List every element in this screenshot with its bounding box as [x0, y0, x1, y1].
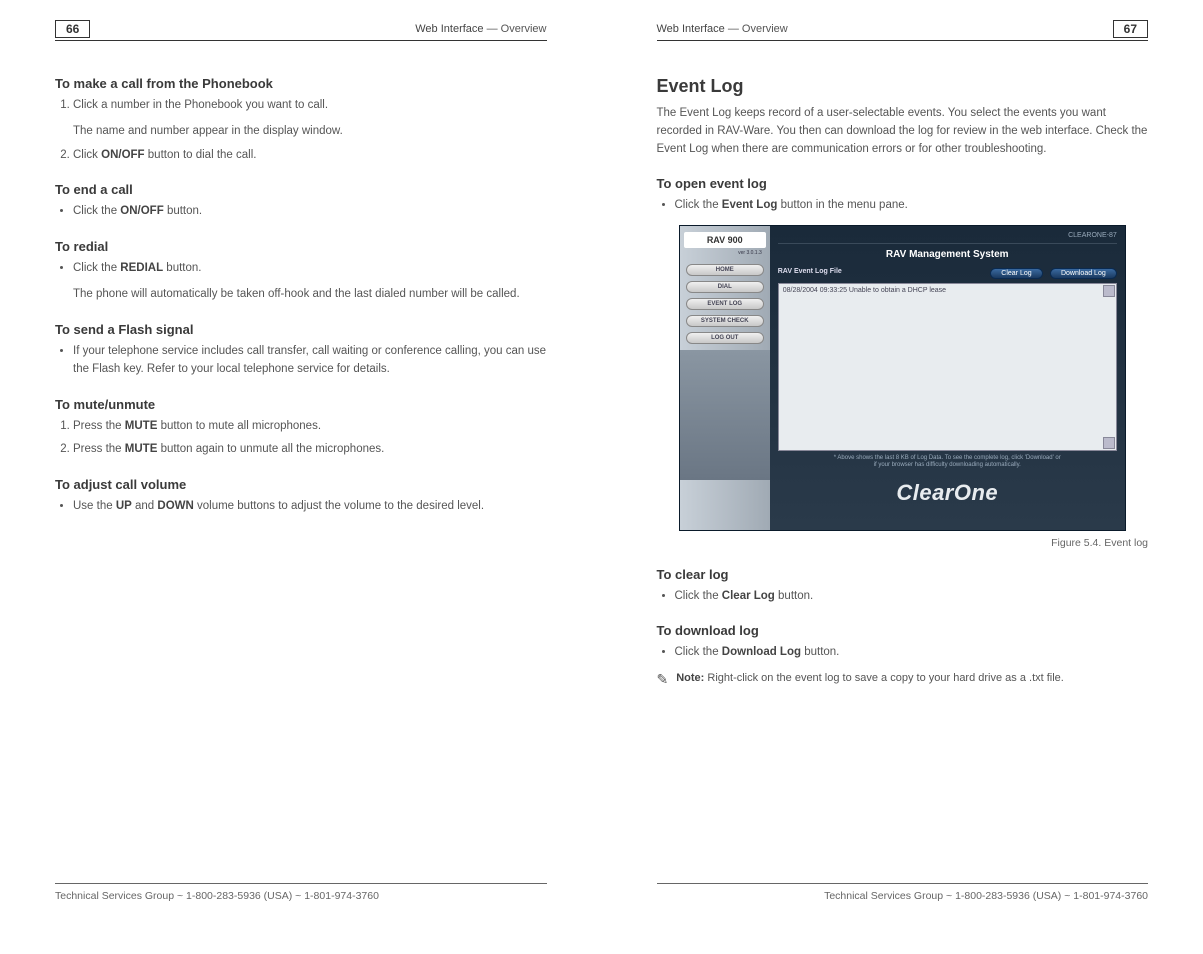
log-text-area[interactable]: 08/28/2004 09:33:25 Unable to obtain a D… — [778, 283, 1117, 451]
note-text: Note: Right-click on the event log to sa… — [676, 672, 1064, 684]
note-row: ✎ Note: Right-click on the event log to … — [657, 672, 1149, 686]
device-id-label: CLEARONE-87 — [1068, 232, 1117, 239]
scroll-up-icon[interactable] — [1103, 285, 1115, 297]
device-version: ver 3.0.1.3 — [684, 250, 766, 256]
footer-left: Technical Services Group ~ 1-800-283-593… — [55, 883, 547, 902]
list-item: Click the Download Log button. — [675, 644, 1149, 662]
heading-make-call: To make a call from the Phonebook — [55, 76, 547, 91]
list-make-call: Click a number in the Phonebook you want… — [55, 97, 547, 164]
heading-download-log: To download log — [657, 623, 1149, 638]
header-title-left: Web Interface — Overview — [415, 23, 546, 35]
page-right: Web Interface — Overview 67 Event Log Th… — [602, 0, 1203, 954]
heading-flash: To send a Flash signal — [55, 322, 547, 337]
list-item: If your telephone service includes call … — [73, 343, 547, 379]
heading-volume: To adjust call volume — [55, 477, 547, 492]
brand-logo: ClearOne — [778, 480, 1117, 506]
list-item: Press the MUTE button to mute all microp… — [73, 418, 547, 436]
heading-redial: To redial — [55, 239, 547, 254]
download-log-button[interactable]: Download Log — [1050, 268, 1117, 279]
list-item: Click a number in the Phonebook you want… — [73, 97, 547, 141]
list-volume: Use the UP and DOWN volume buttons to ad… — [55, 498, 547, 516]
list-redial: Click the REDIAL button. The phone will … — [55, 260, 547, 304]
list-item: Click ON/OFF button to dial the call. — [73, 147, 547, 165]
event-log-intro: The Event Log keeps record of a user-sel… — [657, 105, 1149, 158]
page-header-right: Web Interface — Overview 67 — [657, 20, 1149, 41]
list-flash: If your telephone service includes call … — [55, 343, 547, 379]
heading-event-log: Event Log — [657, 76, 1149, 97]
nav-systemcheck-button[interactable]: SYSTEM CHECK — [686, 315, 764, 327]
list-clear-log: Click the Clear Log button. — [657, 588, 1149, 606]
footer-right: Technical Services Group ~ 1-800-283-593… — [657, 883, 1149, 902]
heading-clear-log: To clear log — [657, 567, 1149, 582]
pencil-icon: ✎ — [657, 672, 669, 686]
list-item: Use the UP and DOWN volume buttons to ad… — [73, 498, 547, 516]
nav-logout-button[interactable]: LOG OUT — [686, 332, 764, 344]
page-left: 66 Web Interface — Overview To make a ca… — [0, 0, 602, 954]
heading-end-call: To end a call — [55, 182, 547, 197]
log-file-label: RAV Event Log File — [778, 268, 842, 275]
event-log-screenshot: RAV 900 ver 3.0.1.3 HOME DIAL EVENT LOG … — [679, 225, 1126, 530]
header-title-right: Web Interface — Overview — [657, 23, 788, 35]
log-footnote: * Above shows the last 8 KB of Log Data.… — [778, 455, 1117, 469]
page-header-left: 66 Web Interface — Overview — [55, 20, 547, 41]
screenshot-main: CLEARONE-87 RAV Management System RAV Ev… — [770, 226, 1125, 529]
nav-eventlog-button[interactable]: EVENT LOG — [686, 298, 764, 310]
list-open-log: Click the Event Log button in the menu p… — [657, 197, 1149, 215]
heading-open-log: To open event log — [657, 176, 1149, 191]
nav-dial-button[interactable]: DIAL — [686, 281, 764, 293]
list-item: Click the REDIAL button. The phone will … — [73, 260, 547, 304]
list-item: Press the MUTE button again to unmute al… — [73, 441, 547, 459]
nav-home-button[interactable]: HOME — [686, 264, 764, 276]
list-item: Click the Event Log button in the menu p… — [675, 197, 1149, 215]
log-entry: 08/28/2004 09:33:25 Unable to obtain a D… — [783, 287, 1112, 294]
screenshot-sidebar: RAV 900 ver 3.0.1.3 HOME DIAL EVENT LOG … — [680, 226, 770, 529]
figure-caption: Figure 5.4. Event log — [657, 537, 1149, 549]
list-download-log: Click the Download Log button. — [657, 644, 1149, 662]
clear-log-button[interactable]: Clear Log — [990, 268, 1042, 279]
list-item: Click the Clear Log button. — [675, 588, 1149, 606]
scroll-down-icon[interactable] — [1103, 437, 1115, 449]
list-end-call: Click the ON/OFF button. — [55, 203, 547, 221]
screenshot-title: RAV Management System — [886, 249, 1009, 260]
page-number-right: 67 — [1113, 20, 1148, 38]
device-logo: RAV 900 — [684, 232, 766, 248]
list-mute: Press the MUTE button to mute all microp… — [55, 418, 547, 460]
page-number-left: 66 — [55, 20, 90, 38]
heading-mute: To mute/unmute — [55, 397, 547, 412]
list-item: Click the ON/OFF button. — [73, 203, 547, 221]
